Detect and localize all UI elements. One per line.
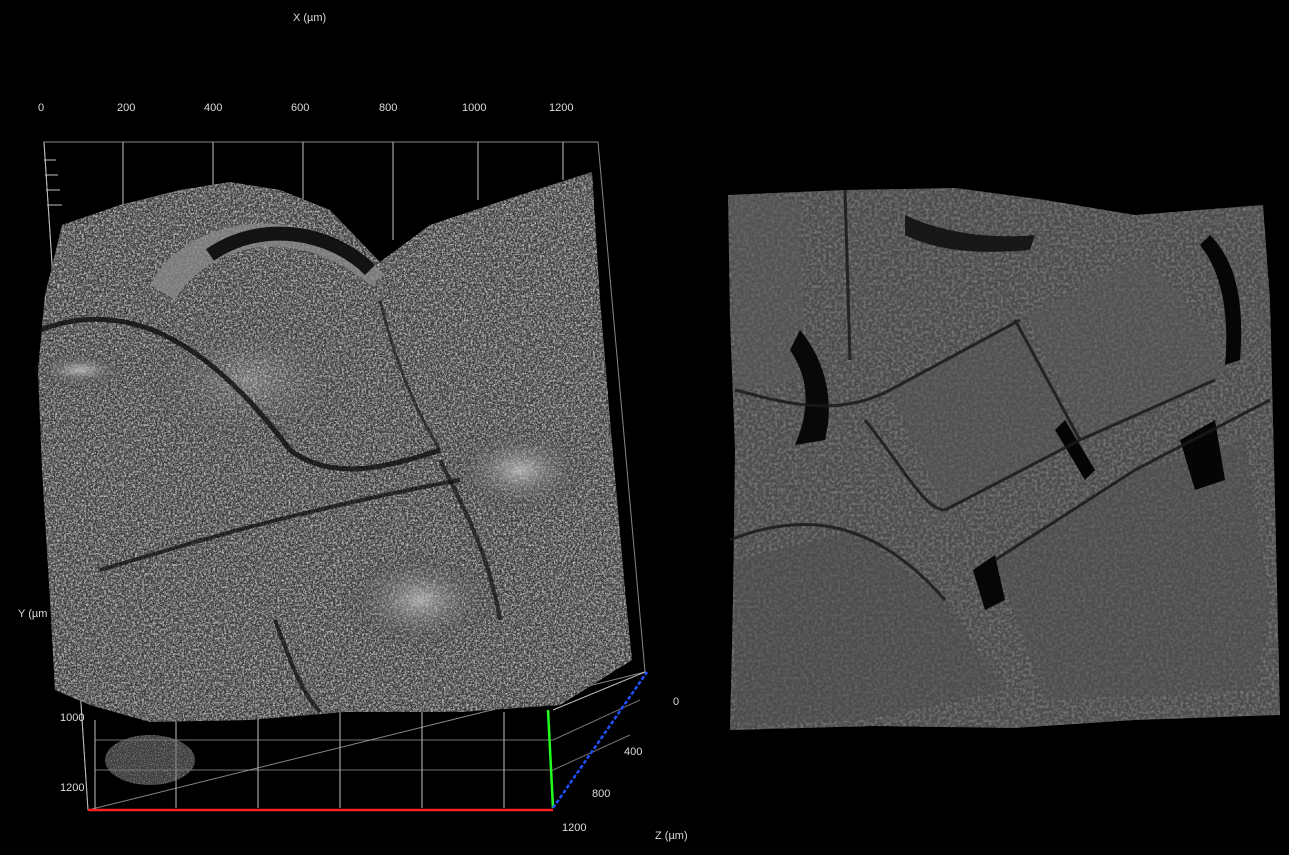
left-render-svg [30, 141, 649, 812]
right-volume-view[interactable] [715, 0, 1289, 855]
z-axis-title: Z (µm) [655, 830, 688, 842]
y-tick-label: 1000 [60, 712, 85, 724]
woven-fiber-render [728, 188, 1280, 730]
left-3d-view[interactable]: X (µm) 0 200 400 600 800 1000 1200 Y (µm… [0, 0, 715, 855]
z-tick-label: 0 [673, 696, 680, 708]
z-tick-label: 400 [624, 746, 643, 758]
x-tick-label: 400 [204, 102, 223, 114]
y-axis-line [546, 709, 555, 809]
right-render-svg [728, 188, 1280, 730]
x-axis-title: X (µm) [293, 12, 327, 24]
x-tick-label: 1000 [462, 102, 487, 114]
tissue-render [30, 172, 632, 785]
y-tick-label: 1200 [60, 782, 85, 794]
z-tick-label: 800 [592, 788, 611, 800]
z-tick-label: 1200 [562, 822, 587, 834]
y-axis-title: Y (µm [18, 608, 48, 620]
x-tick-label: 0 [38, 102, 45, 114]
x-tick-label: 200 [117, 102, 136, 114]
x-tick-label: 1200 [549, 102, 574, 114]
x-tick-label: 800 [379, 102, 398, 114]
x-tick-label: 600 [291, 102, 310, 114]
